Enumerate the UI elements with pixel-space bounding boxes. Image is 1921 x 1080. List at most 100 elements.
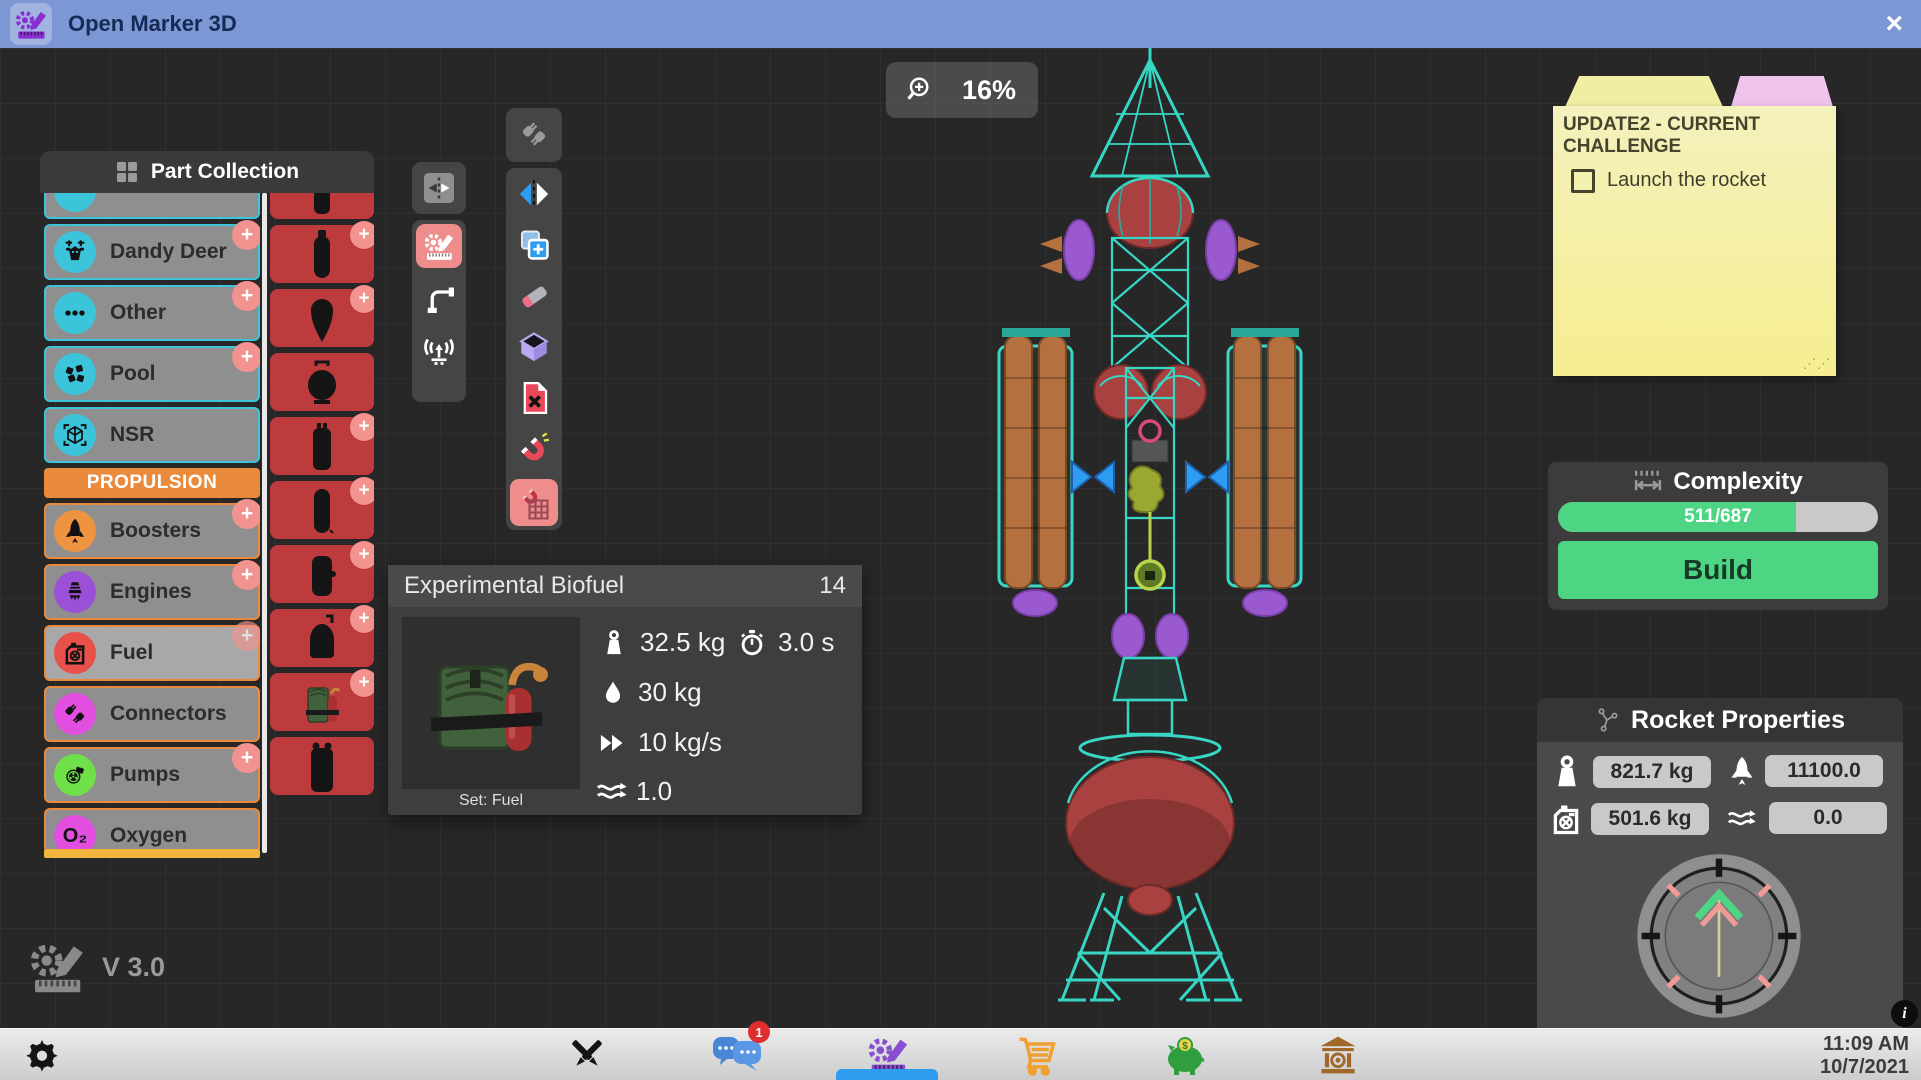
delete-part-icon[interactable] <box>507 373 561 424</box>
category-pool[interactable]: Pool + <box>44 346 260 402</box>
shopping-cart-icon[interactable] <box>1012 1029 1062 1080</box>
note-tab-yellow[interactable] <box>1565 76 1723 107</box>
new-parts-badge[interactable]: + <box>232 743 260 773</box>
category-label: Pool <box>110 362 156 386</box>
part-tile-capsule[interactable]: + <box>270 481 374 539</box>
plug-icon <box>54 693 96 735</box>
part-tile-teardrop[interactable]: + <box>270 289 374 347</box>
part-badge: + <box>350 285 374 313</box>
new-parts-badge[interactable]: + <box>232 220 260 250</box>
swap-sides-icon <box>412 162 466 214</box>
note-resize-grip[interactable]: ⋰⋰ <box>1803 356 1831 372</box>
new-parts-badge[interactable]: + <box>232 560 260 590</box>
tooltip-title: Experimental Biofuel <box>404 572 624 600</box>
snap-grid-icon[interactable] <box>510 479 558 526</box>
duplicate-icon[interactable] <box>507 219 561 270</box>
swirl-icon <box>596 775 628 807</box>
info-icon[interactable]: i <box>1891 1000 1918 1027</box>
connector-tool[interactable] <box>506 108 562 162</box>
system-clock[interactable]: 11:09 AM 10/7/2021 <box>1820 1033 1909 1079</box>
part-badge: + <box>350 221 374 249</box>
title-bar: Open Marker 3D × <box>0 0 1921 48</box>
stat-fuel-mass: 30 kg <box>600 677 702 708</box>
category-label: Connectors <box>110 702 227 726</box>
piggy-bank-icon[interactable]: $ <box>1158 1029 1212 1080</box>
category-label: Boosters <box>110 519 201 543</box>
stat-burn-time: 3.0 s <box>738 627 834 658</box>
zoom-control[interactable]: 16% <box>886 62 1038 118</box>
category-scrollbar[interactable] <box>262 193 267 853</box>
design-mode-icon[interactable] <box>416 224 462 268</box>
part-tile-propane-tank[interactable] <box>270 353 374 411</box>
category-nsr[interactable]: NSR <box>44 407 260 463</box>
taskbar-active-indicator <box>836 1069 938 1080</box>
rocket-blueprint[interactable] <box>960 48 1340 1028</box>
chat-icon[interactable]: 1 <box>708 1029 764 1080</box>
part-preview-image <box>402 617 580 789</box>
task-checkbox[interactable] <box>1571 169 1595 193</box>
category-other[interactable]: Other + <box>44 285 260 341</box>
weight-icon <box>1549 754 1585 790</box>
part-tooltip: Experimental Biofuel 14 Set: Fuel 32.5 k… <box>388 565 862 815</box>
rocket-icon <box>1727 754 1757 788</box>
mirror-icon[interactable] <box>507 168 561 219</box>
category-dandy-deer[interactable]: Dandy Deer + <box>44 224 260 280</box>
clock-date: 10/7/2021 <box>1820 1056 1909 1079</box>
part-tile-bottle-capped[interactable]: + <box>270 193 374 219</box>
category-pumps[interactable]: Pumps + <box>44 747 260 803</box>
close-icon[interactable]: × <box>1885 9 1903 39</box>
category-oxygen[interactable]: O₂ Oxygen <box>44 808 260 849</box>
part-tile-biofuel-can[interactable]: + <box>270 673 374 731</box>
new-parts-badge[interactable]: + <box>232 499 260 529</box>
orientation-compass[interactable] <box>1633 850 1805 1022</box>
swap-sides-tool[interactable] <box>412 162 466 214</box>
part-set-label: Set: Fuel <box>402 792 580 810</box>
edit-palette <box>506 168 562 530</box>
eraser-icon[interactable] <box>507 270 561 321</box>
category-row-partial[interactable] <box>44 193 260 219</box>
category-fuel[interactable]: Fuel + <box>44 625 260 681</box>
build-button[interactable]: Build <box>1558 541 1878 599</box>
part-badge: + <box>350 605 374 633</box>
pipe-icon[interactable] <box>412 272 466 324</box>
stat-flow-rate: 10 kg/s <box>598 727 722 758</box>
antenna-icon[interactable] <box>412 324 466 376</box>
crossed-markers-icon[interactable] <box>562 1029 612 1080</box>
rocket-properties-panel: Rocket Properties 821.7 kg 11100.0 501.6… <box>1537 698 1903 1060</box>
pump-icon <box>54 754 96 796</box>
new-parts-badge[interactable]: + <box>232 621 260 651</box>
category-connectors[interactable]: Connectors <box>44 686 260 742</box>
nsr-cube-icon <box>54 414 96 456</box>
complexity-panel: Complexity 511/687 Build <box>1548 462 1888 610</box>
part-tile-cylinder-tank[interactable]: + <box>270 417 374 475</box>
build-canvas[interactable]: 16% Part Collection Dandy Deer + <box>0 48 1921 1028</box>
part-tile-round-tank[interactable]: + <box>270 609 374 667</box>
version-info: V 3.0 <box>26 936 165 998</box>
pool-icon <box>54 353 96 395</box>
part-badge: + <box>350 541 374 569</box>
game-screen: Open Marker 3D × <box>0 0 1921 1080</box>
category-engines[interactable]: Engines + <box>44 564 260 620</box>
settings-gear-icon[interactable] <box>20 1029 64 1080</box>
category-label: Pumps <box>110 763 180 787</box>
propulsion-section-header: PROPULSION <box>44 468 260 498</box>
category-boosters[interactable]: Boosters + <box>44 503 260 559</box>
note-tab-pink[interactable] <box>1731 76 1833 107</box>
timer-icon <box>738 629 766 657</box>
part-tile-barrel[interactable]: + <box>270 545 374 603</box>
clock-time: 11:09 AM <box>1820 1033 1909 1056</box>
new-parts-badge[interactable]: + <box>232 342 260 372</box>
part-badge: + <box>350 669 374 697</box>
tooltip-count: 14 <box>819 572 846 600</box>
bank-icon[interactable] <box>1314 1029 1362 1080</box>
part-tile-dark-part[interactable] <box>270 737 374 795</box>
part-collection-header[interactable]: Part Collection <box>40 151 374 193</box>
new-parts-badge[interactable]: + <box>232 281 260 311</box>
parts-list: + + + + + + <box>270 193 374 853</box>
complexity-header: Complexity <box>1548 462 1888 502</box>
version-label: V 3.0 <box>102 952 165 983</box>
cube-icon[interactable] <box>507 321 561 372</box>
droplet-icon <box>600 680 626 706</box>
part-tile-bottle[interactable]: + <box>270 225 374 283</box>
magnet-icon[interactable] <box>507 424 561 475</box>
